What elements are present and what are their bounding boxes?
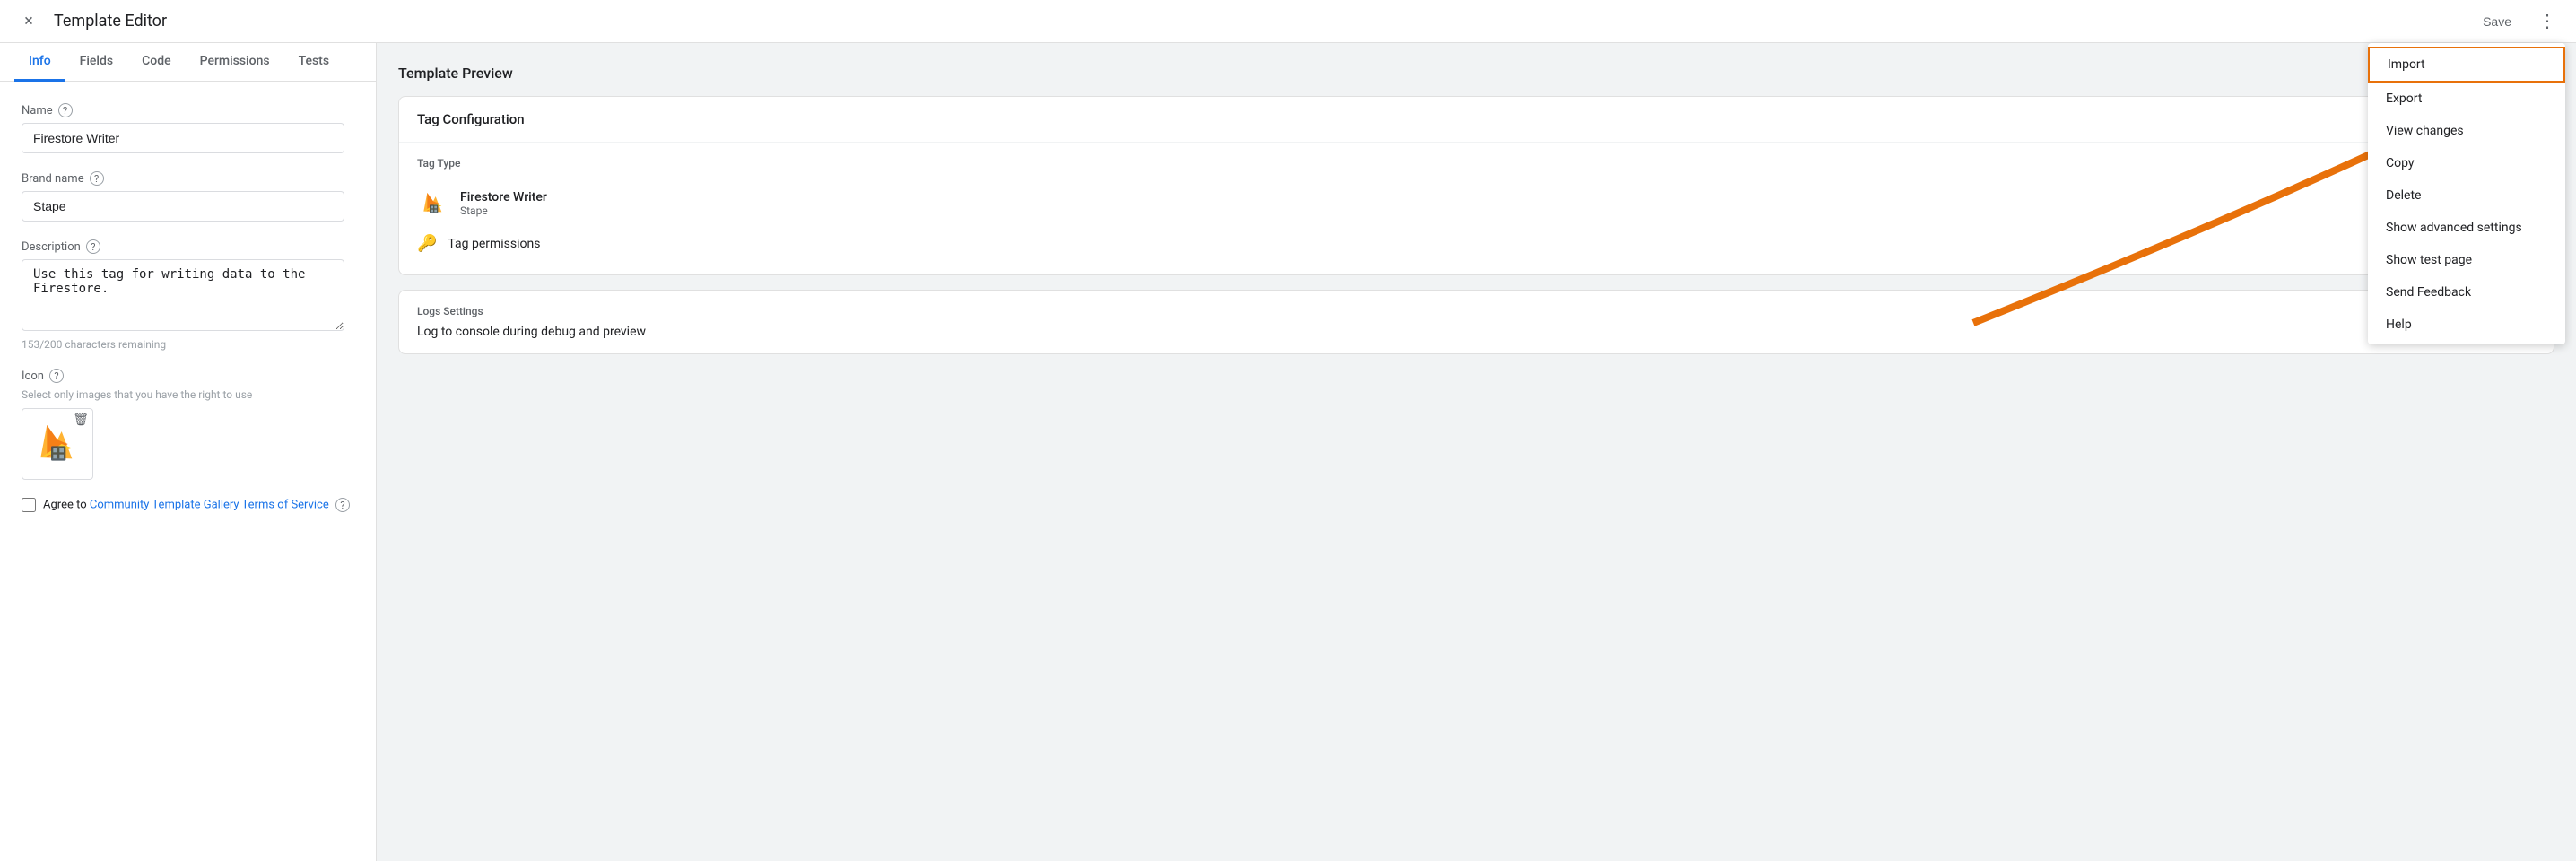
agree-row: Agree to Community Template Gallery Term… xyxy=(22,498,354,512)
left-panel: Info Fields Code Permissions Tests Name … xyxy=(0,43,377,861)
agree-text: Agree to Community Template Gallery Term… xyxy=(43,498,350,512)
name-help-icon[interactable]: ? xyxy=(58,103,73,117)
agree-help-icon[interactable]: ? xyxy=(335,498,350,512)
main-layout: Info Fields Code Permissions Tests Name … xyxy=(0,43,2576,861)
dropdown-menu: Import Export View changes Copy Delete S… xyxy=(2368,43,2565,344)
close-button[interactable]: × xyxy=(14,7,43,36)
permissions-row: 🔑 Tag permissions xyxy=(417,227,2536,260)
tab-permissions[interactable]: Permissions xyxy=(186,43,284,82)
permissions-label: Tag permissions xyxy=(448,237,540,251)
dropdown-item-import[interactable]: Import xyxy=(2368,47,2565,83)
icon-row: 🗑 xyxy=(22,408,354,480)
right-panel: Template Preview Tag Configuration Tag T… xyxy=(377,43,2576,861)
tag-type-label: Tag Type xyxy=(417,157,2536,170)
header: × Template Editor Save ⋮ xyxy=(0,0,2576,43)
tag-config-header: Tag Configuration xyxy=(399,97,2554,143)
dropdown-item-test-page[interactable]: Show test page xyxy=(2368,244,2565,276)
tag-brand: Stape xyxy=(460,204,547,217)
tag-icon xyxy=(417,187,449,220)
dropdown-item-feedback[interactable]: Send Feedback xyxy=(2368,276,2565,309)
name-input[interactable] xyxy=(22,123,344,153)
tab-fields[interactable]: Fields xyxy=(65,43,127,82)
header-actions: Save ⋮ xyxy=(2468,7,2562,36)
tag-type-section: Tag Type xyxy=(399,143,2554,274)
brand-input[interactable] xyxy=(22,191,344,222)
tag-info: Firestore Writer Stape xyxy=(460,190,547,217)
brand-help-icon[interactable]: ? xyxy=(90,171,104,186)
name-group: Name ? xyxy=(22,103,354,153)
description-help-icon[interactable]: ? xyxy=(86,239,100,254)
dropdown-item-copy[interactable]: Copy xyxy=(2368,147,2565,179)
description-input[interactable]: Use this tag for writing data to the Fir… xyxy=(22,259,344,331)
icon-hint: Select only images that you have the rig… xyxy=(22,388,354,401)
description-label: Description ? xyxy=(22,239,354,254)
logs-title: Logs Settings xyxy=(417,305,2536,317)
tab-tests[interactable]: Tests xyxy=(284,43,344,82)
agree-checkbox[interactable] xyxy=(22,498,36,512)
key-icon: 🔑 xyxy=(417,234,437,253)
dropdown-item-help[interactable]: Help xyxy=(2368,309,2565,341)
description-group: Description ? Use this tag for writing d… xyxy=(22,239,354,351)
dropdown-item-advanced-settings[interactable]: Show advanced settings xyxy=(2368,212,2565,244)
icon-help-icon[interactable]: ? xyxy=(49,369,64,383)
icon-group: Icon ? Select only images that you have … xyxy=(22,369,354,480)
icon-delete-button[interactable]: 🗑 xyxy=(73,413,89,427)
tag-config-card: Tag Configuration Tag Type xyxy=(398,96,2554,275)
dropdown-item-view-changes[interactable]: View changes xyxy=(2368,115,2565,147)
icon-label: Icon ? xyxy=(22,369,354,383)
char-count: 153/200 characters remaining xyxy=(22,338,354,351)
tag-name: Firestore Writer xyxy=(460,190,547,204)
form-area: Name ? Brand name ? Description ? U xyxy=(0,82,376,861)
logs-section: Logs Settings Log to console during debu… xyxy=(399,291,2554,353)
preview-title: Template Preview xyxy=(398,65,2554,82)
page-title: Template Editor xyxy=(54,12,2468,30)
more-button[interactable]: ⋮ xyxy=(2533,7,2562,36)
save-button[interactable]: Save xyxy=(2468,7,2526,36)
tag-icon-svg xyxy=(419,189,448,218)
tab-info[interactable]: Info xyxy=(14,43,65,82)
tab-code[interactable]: Code xyxy=(127,43,185,82)
agree-link[interactable]: Community Template Gallery Terms of Serv… xyxy=(90,499,329,512)
dropdown-item-delete[interactable]: Delete xyxy=(2368,179,2565,212)
brand-group: Brand name ? xyxy=(22,171,354,222)
brand-label: Brand name ? xyxy=(22,171,354,186)
logs-text: Log to console during debug and preview xyxy=(417,325,2536,339)
close-icon: × xyxy=(24,12,33,30)
tag-type-row: Firestore Writer Stape xyxy=(417,180,2536,227)
name-label: Name ? xyxy=(22,103,354,117)
tag-config-title: Tag Configuration xyxy=(417,111,2536,127)
icon-preview: 🗑 xyxy=(22,408,93,480)
dropdown-item-export[interactable]: Export xyxy=(2368,83,2565,115)
logs-card: Logs Settings Log to console during debu… xyxy=(398,290,2554,354)
tabs-bar: Info Fields Code Permissions Tests xyxy=(0,43,376,82)
